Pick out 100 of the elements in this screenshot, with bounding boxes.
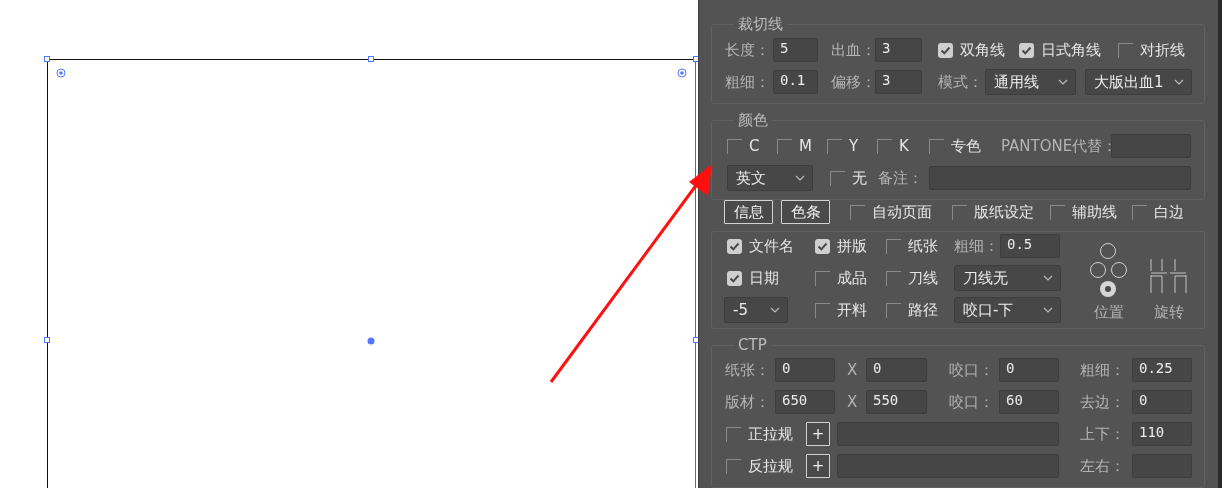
input-field[interactable]: 5 bbox=[773, 38, 818, 62]
position-option[interactable] bbox=[1090, 262, 1106, 278]
checkbox[interactable] bbox=[815, 270, 830, 286]
center-point bbox=[367, 337, 375, 345]
checkbox[interactable] bbox=[886, 270, 901, 286]
field-label: 咬口： bbox=[949, 360, 994, 380]
checkbox[interactable] bbox=[886, 302, 901, 318]
checkbox-label[interactable]: M bbox=[799, 137, 812, 155]
dropdown[interactable]: 咬口-下 bbox=[954, 297, 1061, 323]
chevron-down-icon bbox=[1043, 275, 1053, 281]
field-label: 模式： bbox=[938, 72, 983, 92]
add-button[interactable]: + bbox=[806, 422, 830, 446]
checkbox-label[interactable]: 自动页面 bbox=[872, 202, 932, 222]
checkbox[interactable] bbox=[1132, 204, 1147, 220]
checkbox[interactable] bbox=[727, 238, 742, 254]
option-button[interactable]: 色条 bbox=[781, 200, 830, 224]
checkbox-label[interactable]: 日期 bbox=[749, 268, 779, 288]
position-option[interactable] bbox=[1111, 262, 1127, 278]
target-icon bbox=[677, 68, 687, 78]
checkbox-label[interactable]: 双角线 bbox=[960, 40, 1005, 60]
input-field[interactable]: 550 bbox=[866, 390, 927, 414]
field-label: 粗细： bbox=[1080, 360, 1125, 380]
input-field[interactable]: 0 bbox=[775, 358, 835, 382]
position-option[interactable] bbox=[1100, 281, 1116, 297]
checkbox[interactable] bbox=[1118, 42, 1133, 58]
checkbox-label[interactable]: 文件名 bbox=[749, 236, 794, 256]
checkbox-label[interactable]: 版纸设定 bbox=[974, 202, 1034, 222]
checkbox-label[interactable]: 拼版 bbox=[837, 236, 867, 256]
field-label: PANTONE代替： bbox=[1001, 136, 1118, 156]
add-button[interactable]: + bbox=[806, 454, 830, 478]
checkbox-label[interactable]: 白边 bbox=[1154, 202, 1184, 222]
dropdown[interactable]: 大版出血1 bbox=[1085, 69, 1192, 95]
checkbox[interactable] bbox=[815, 302, 830, 318]
input-field[interactable]: 3 bbox=[875, 38, 922, 62]
selection-handle[interactable] bbox=[693, 337, 698, 343]
checkbox[interactable] bbox=[877, 138, 892, 154]
checkbox[interactable] bbox=[830, 170, 845, 186]
input-field[interactable]: 0 bbox=[1132, 390, 1192, 414]
checkbox[interactable] bbox=[938, 42, 953, 58]
checkbox-label[interactable]: 无 bbox=[852, 168, 867, 188]
target-icon bbox=[56, 68, 66, 78]
checkbox[interactable] bbox=[929, 138, 944, 154]
checkbox[interactable] bbox=[726, 458, 741, 474]
chevron-down-icon bbox=[770, 307, 780, 313]
checkbox-label[interactable]: 开料 bbox=[837, 300, 867, 320]
checkbox-label[interactable]: 反拉规 bbox=[748, 456, 793, 476]
input-field[interactable]: 0 bbox=[999, 358, 1059, 382]
dropdown[interactable]: -5 bbox=[724, 297, 788, 323]
dropdown[interactable]: 通用线 bbox=[985, 69, 1076, 95]
checkbox-label[interactable]: Y bbox=[849, 137, 859, 155]
rotate-label: 旋转 bbox=[1153, 303, 1184, 322]
field-label: 上下： bbox=[1080, 424, 1125, 444]
checkbox[interactable] bbox=[777, 138, 792, 154]
input-field[interactable]: 0 bbox=[866, 358, 927, 382]
checkbox-label[interactable]: 正拉规 bbox=[748, 424, 793, 444]
checkbox-label[interactable]: 刀线 bbox=[908, 268, 938, 288]
selection-handle[interactable] bbox=[44, 337, 50, 343]
section-title: 颜色 bbox=[737, 111, 769, 130]
checkbox-label[interactable]: 纸张 bbox=[908, 236, 938, 256]
position-option[interactable] bbox=[1100, 243, 1116, 259]
checkbox[interactable] bbox=[727, 270, 742, 286]
field-label: 版材： bbox=[725, 392, 770, 412]
field-label: X bbox=[847, 393, 858, 411]
field-label: 咬口： bbox=[949, 392, 994, 412]
checkbox[interactable] bbox=[1019, 42, 1034, 58]
field-label: 出血： bbox=[831, 40, 876, 60]
checkbox[interactable] bbox=[726, 426, 741, 442]
field-label: 粗细： bbox=[954, 236, 999, 256]
selection-handle[interactable] bbox=[368, 56, 374, 62]
checkbox[interactable] bbox=[827, 138, 842, 154]
checkbox-label[interactable]: K bbox=[899, 137, 909, 155]
input-field[interactable]: 3 bbox=[875, 70, 922, 94]
input-field[interactable]: 650 bbox=[775, 390, 835, 414]
rotate-grid-icon[interactable] bbox=[1150, 259, 1187, 293]
checkbox[interactable] bbox=[1050, 204, 1065, 220]
input-field[interactable]: 0.5 bbox=[1000, 234, 1060, 258]
input-field[interactable]: 110 bbox=[1132, 422, 1192, 446]
checkbox[interactable] bbox=[952, 204, 967, 220]
field-label: 粗细： bbox=[725, 72, 770, 92]
selection-handle[interactable] bbox=[44, 56, 50, 62]
checkbox-label[interactable]: 对折线 bbox=[1140, 40, 1185, 60]
dropdown[interactable]: 刀线无 bbox=[954, 265, 1061, 291]
checkbox-label[interactable]: 日式角线 bbox=[1041, 40, 1101, 60]
checkbox-label[interactable]: 成品 bbox=[837, 268, 867, 288]
checkbox-label[interactable]: 辅助线 bbox=[1072, 202, 1117, 222]
checkbox[interactable] bbox=[815, 238, 830, 254]
dropdown[interactable]: 英文 bbox=[727, 165, 813, 191]
checkbox-label[interactable]: C bbox=[749, 137, 760, 155]
input-field[interactable]: 60 bbox=[999, 390, 1059, 414]
input-field[interactable]: 0.25 bbox=[1132, 358, 1192, 382]
checkbox[interactable] bbox=[727, 138, 742, 154]
field-label: 去边： bbox=[1080, 392, 1125, 412]
checkbox[interactable] bbox=[886, 238, 901, 254]
option-button[interactable]: 信息 bbox=[724, 200, 773, 224]
checkbox-label[interactable]: 专色 bbox=[951, 136, 981, 156]
selection-handle[interactable] bbox=[693, 56, 698, 62]
checkbox-label[interactable]: 路径 bbox=[908, 300, 938, 320]
input-field[interactable]: 0.1 bbox=[773, 70, 818, 94]
field-label: 偏移： bbox=[831, 72, 876, 92]
checkbox[interactable] bbox=[850, 204, 865, 220]
